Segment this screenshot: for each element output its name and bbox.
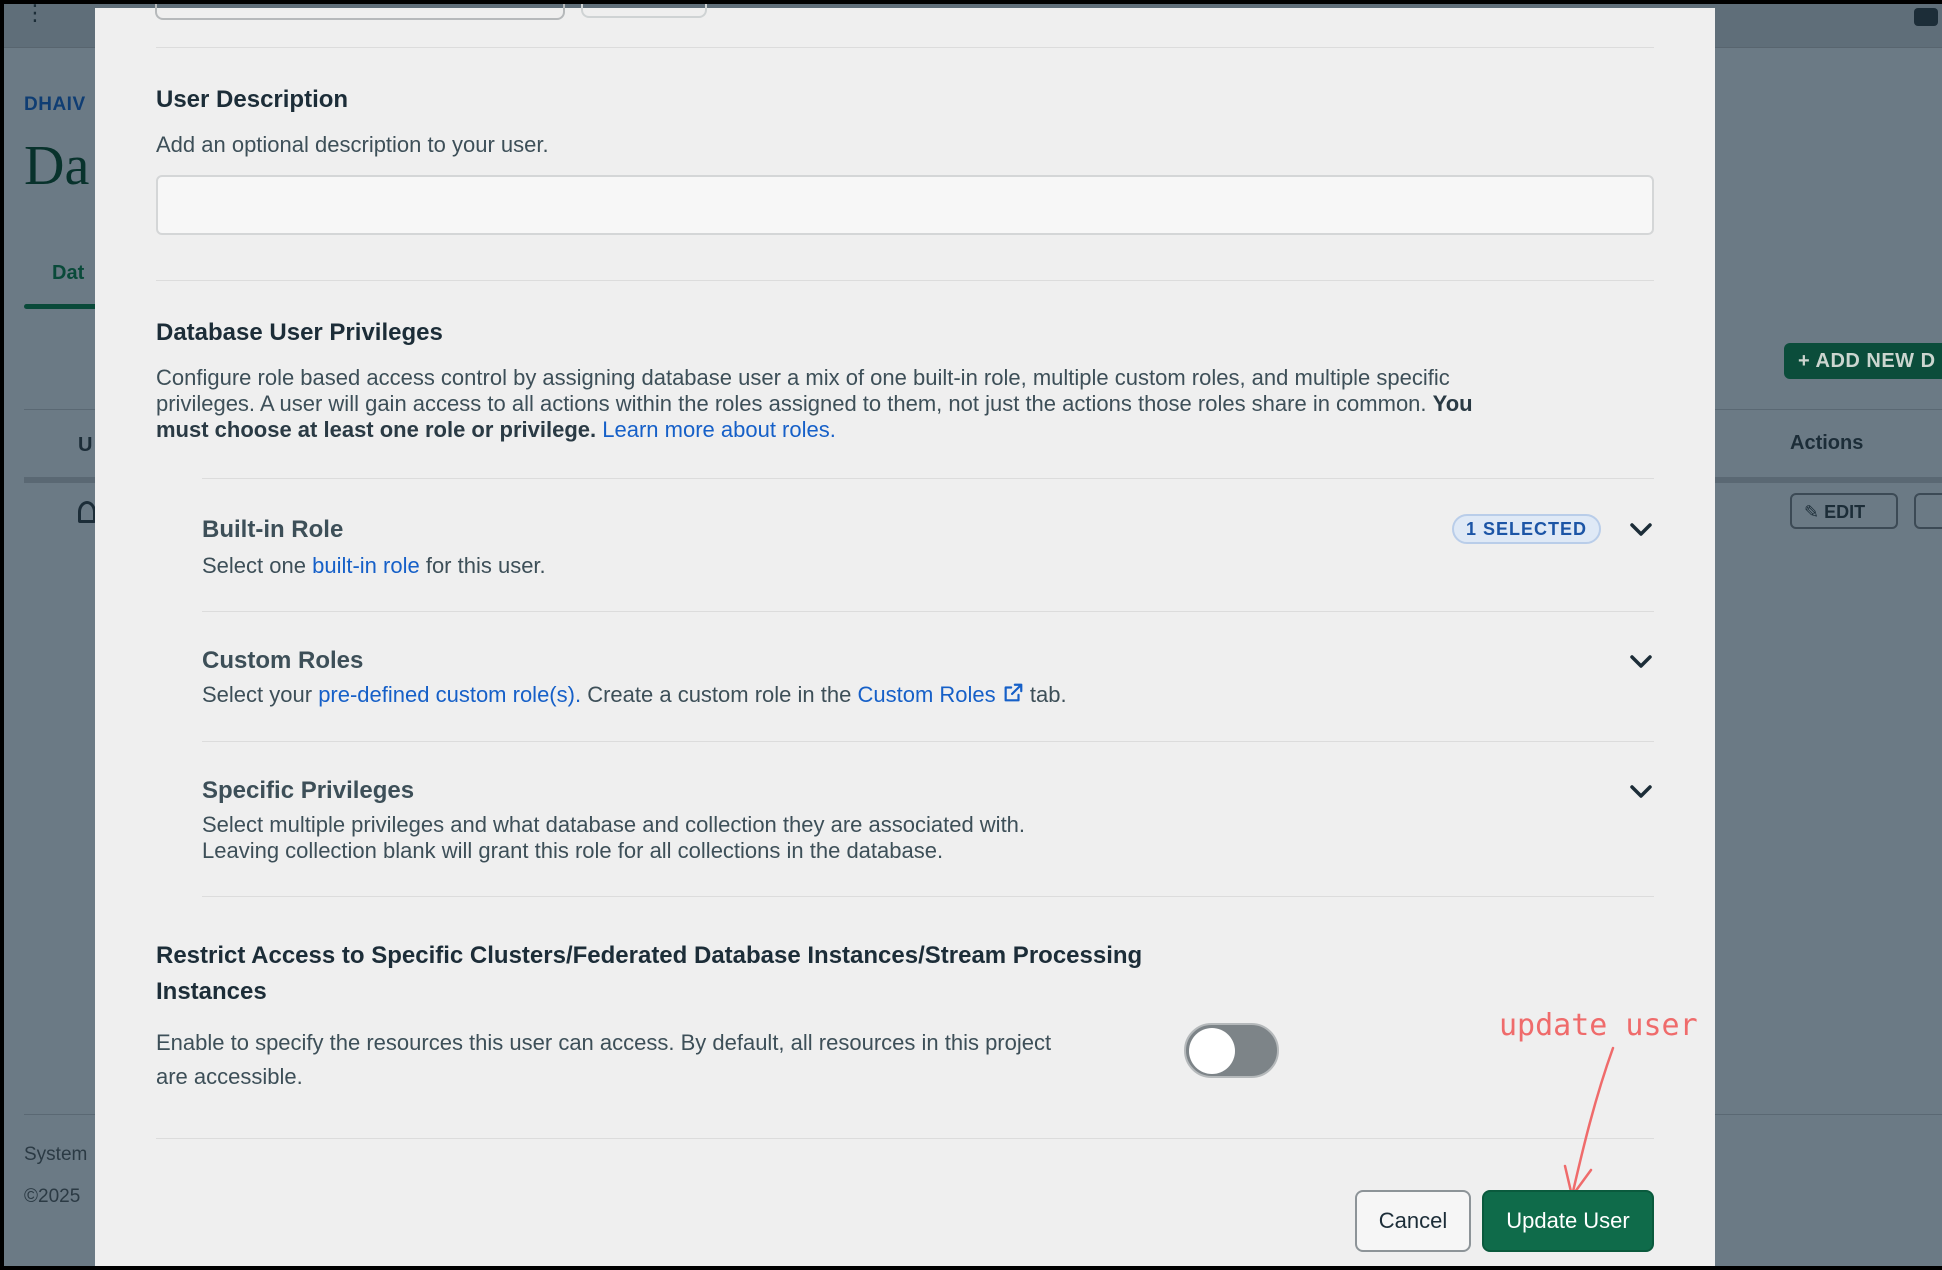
builtin-role-desc-post: for this user. — [425, 553, 546, 578]
footer-system-status[interactable]: System — [24, 1144, 87, 1166]
restrict-title-line2: Instances — [156, 978, 267, 1005]
table-header-user: U — [78, 434, 93, 456]
restrict-desc-line1: Enable to specify the resources this use… — [156, 1030, 1052, 1055]
user-menu-icon[interactable] — [1914, 8, 1938, 26]
tab-database-users[interactable]: Dat — [52, 262, 84, 285]
divider — [202, 741, 1654, 742]
password-field[interactable] — [155, 4, 565, 20]
privileges-desc-line1: Configure role based access control by a… — [156, 365, 1450, 390]
specific-privileges-title[interactable]: Specific Privileges — [202, 777, 414, 805]
add-new-user-button[interactable]: + ADD NEW D — [1784, 343, 1942, 379]
table-header-actions: Actions — [1790, 432, 1864, 454]
divider — [202, 478, 1654, 479]
custom-roles-title[interactable]: Custom Roles — [202, 647, 363, 675]
external-link-icon — [1004, 683, 1023, 702]
footer-copyright: ©2025 — [24, 1186, 81, 1207]
privileges-desc-line2: privileges. A user will gain access to a… — [156, 391, 1427, 416]
custom-roles-tab-link[interactable]: Custom Roles — [857, 682, 1023, 707]
user-description-title: User Description — [156, 86, 349, 113]
custom-roles-desc-mid: Create a custom role in the — [587, 682, 852, 707]
edit-button-label: EDIT — [1824, 502, 1866, 522]
divider — [156, 280, 1654, 281]
builtin-role-title[interactable]: Built-in Role — [202, 516, 343, 544]
custom-roles-desc-pre: Select your — [202, 682, 313, 707]
predefined-custom-roles-link[interactable]: pre-defined custom role(s). — [318, 682, 581, 707]
privileges-desc-bold-a: You — [1432, 391, 1473, 416]
chevron-down-icon[interactable] — [1629, 650, 1653, 674]
restrict-access-description: Enable to specify the resources this use… — [156, 1026, 1051, 1094]
builtin-role-link[interactable]: built-in role — [312, 553, 420, 578]
divider — [202, 611, 1654, 612]
update-user-button[interactable]: Update User — [1482, 1190, 1654, 1252]
chevron-down-icon[interactable] — [1629, 780, 1653, 804]
user-description-input[interactable] — [156, 175, 1654, 235]
custom-roles-description: Select your pre-defined custom role(s). … — [202, 682, 1067, 708]
more-vertical-icon[interactable]: ⋮ — [24, 4, 46, 24]
page-title: Da — [24, 135, 90, 197]
custom-roles-desc-post: tab. — [1029, 682, 1067, 707]
add-button-label: ADD NEW D — [1815, 350, 1936, 372]
app-frame: ⋮ DHAIV Da Dat + ADD NEW D U Actions ✎ E… — [4, 4, 1942, 1266]
learn-more-roles-link[interactable]: Learn more about roles. — [602, 417, 836, 442]
specific-privileges-line2: Leaving collection blank will grant this… — [202, 838, 944, 863]
restrict-desc-line2: are accessible. — [156, 1064, 303, 1089]
breadcrumb[interactable]: DHAIV — [24, 94, 86, 116]
restrict-access-toggle[interactable] — [1184, 1023, 1279, 1078]
delete-icon[interactable] — [1914, 493, 1942, 529]
user-description-helper: Add an optional description to your user… — [156, 132, 549, 157]
privileges-desc-bold-b: must choose at least one role or privile… — [156, 417, 597, 442]
restrict-title-line1: Restrict Access to Specific Clusters/Fed… — [156, 942, 1143, 969]
privileges-description: Configure role based access control by a… — [156, 365, 1676, 443]
cancel-button[interactable]: Cancel — [1355, 1190, 1471, 1252]
specific-privileges-description: Select multiple privileges and what data… — [202, 812, 1025, 864]
privileges-title: Database User Privileges — [156, 319, 443, 346]
restrict-access-title: Restrict Access to Specific Clusters/Fed… — [156, 938, 1142, 1010]
autogenerate-password-button[interactable] — [581, 4, 707, 18]
chevron-down-icon[interactable] — [1629, 518, 1653, 542]
edit-button[interactable]: ✎ EDIT — [1790, 493, 1898, 529]
selected-count-badge: 1 SELECTED — [1452, 514, 1602, 544]
divider — [202, 896, 1654, 897]
edit-user-modal: User Description Add an optional descrip… — [95, 4, 1715, 1266]
annotation-arrow-icon — [1563, 1046, 1615, 1198]
custom-roles-tab-link-label: Custom Roles — [857, 682, 996, 707]
toggle-knob — [1189, 1028, 1235, 1074]
active-tab-indicator — [24, 304, 98, 309]
builtin-role-desc-pre: Select one — [202, 553, 306, 578]
person-icon — [78, 501, 96, 523]
specific-privileges-line1: Select multiple privileges and what data… — [202, 812, 1026, 837]
builtin-role-description: Select one built-in role for this user. — [202, 553, 546, 579]
divider — [156, 1138, 1654, 1139]
divider — [156, 47, 1654, 48]
